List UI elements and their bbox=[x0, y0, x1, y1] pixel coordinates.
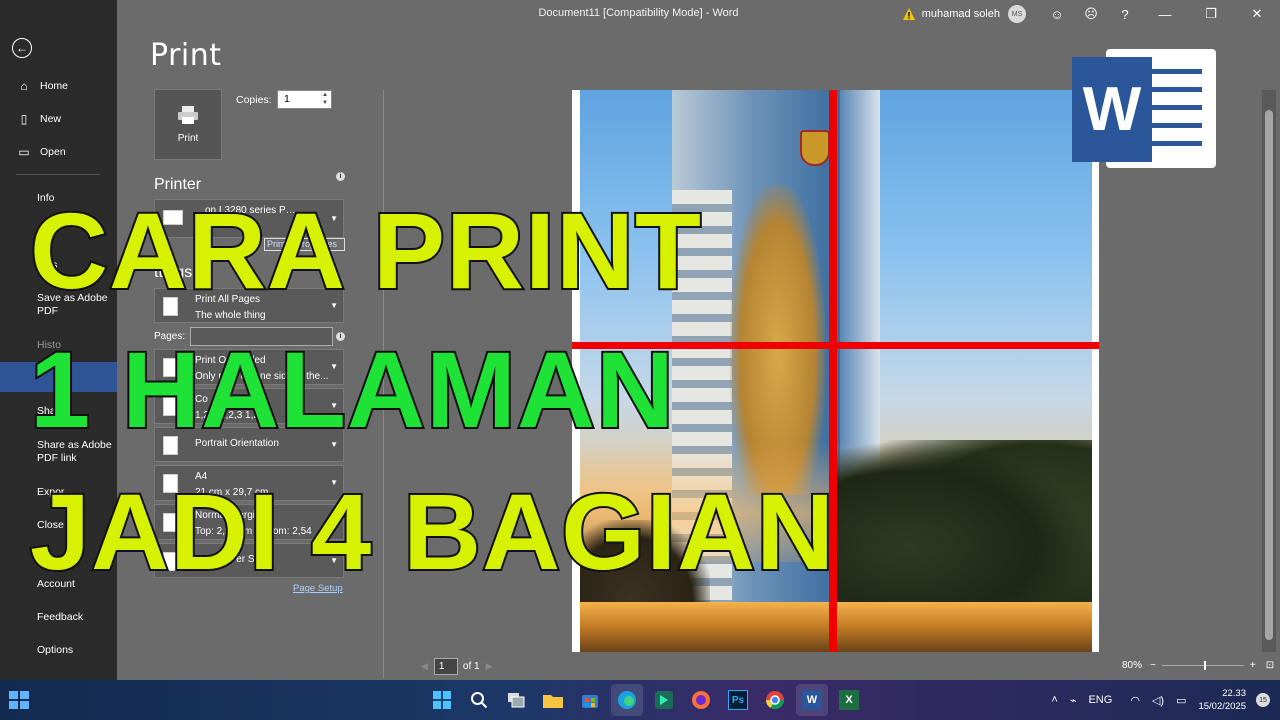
next-page-icon[interactable]: ▶ bbox=[486, 661, 493, 672]
headline-line-2: 1 HALAMAN bbox=[28, 329, 676, 450]
nav-new-label: New bbox=[40, 112, 62, 125]
file-explorer-icon[interactable] bbox=[537, 684, 569, 716]
nav-open-label: Open bbox=[40, 145, 66, 158]
preview-scrollbar[interactable] bbox=[1262, 90, 1276, 652]
volume-icon[interactable]: ◁) bbox=[1152, 694, 1164, 707]
excel-icon[interactable]: X bbox=[833, 684, 865, 716]
system-tray: ˄ ⌁ ENG ◠ ◁) ▭ 22.33 15/02/2025 15 bbox=[1051, 680, 1270, 720]
word-logo-line bbox=[1150, 69, 1202, 74]
clock-time: 22.33 bbox=[1222, 688, 1246, 699]
spinner-arrows-icon[interactable]: ▲ ▼ bbox=[322, 91, 328, 107]
scroll-thumb[interactable] bbox=[1265, 110, 1273, 640]
word-icon[interactable]: W bbox=[796, 684, 828, 716]
page-count: of 1 bbox=[462, 661, 480, 672]
smiley-icon[interactable]: ☺ bbox=[1040, 7, 1074, 22]
notification-badge[interactable]: 15 bbox=[1256, 693, 1270, 707]
close-icon[interactable]: ✕ bbox=[1234, 6, 1280, 22]
network-off-icon[interactable]: ⌁ bbox=[1070, 694, 1077, 707]
search-icon[interactable] bbox=[463, 684, 495, 716]
nav-options[interactable]: Options bbox=[37, 644, 73, 657]
nav-feedback[interactable]: Feedback bbox=[37, 611, 83, 624]
word-logo-line bbox=[1150, 105, 1202, 110]
language-indicator[interactable]: ENG bbox=[1088, 694, 1112, 706]
photoshop-icon[interactable]: Ps bbox=[722, 684, 754, 716]
taskbar-apps: Ps W X bbox=[426, 684, 870, 716]
zoom-slider-knob[interactable] bbox=[1203, 661, 1206, 670]
taskbar: Ps W X ˄ ⌁ ENG ◠ ◁) ▭ 22.33 15/02/2025 1… bbox=[0, 680, 1280, 720]
word-logo-line bbox=[1150, 87, 1202, 92]
excel-label: X bbox=[839, 690, 859, 710]
nav-new[interactable]: ▯ New bbox=[0, 112, 117, 126]
windows-start-icon[interactable] bbox=[9, 691, 29, 709]
nav-divider bbox=[16, 174, 100, 175]
clock[interactable]: 22.33 15/02/2025 bbox=[1198, 687, 1246, 713]
zoom-to-page-icon[interactable]: ⊡ bbox=[1266, 660, 1274, 671]
headline-line-3: JADI 4 BAGIAN bbox=[28, 471, 836, 592]
battery-icon[interactable]: ▭ bbox=[1176, 694, 1186, 707]
word-logo-line bbox=[1150, 141, 1202, 146]
firefox-icon[interactable] bbox=[685, 684, 717, 716]
word-logo-line bbox=[1150, 123, 1202, 128]
minimize-icon[interactable]: — bbox=[1142, 7, 1188, 22]
home-icon: ⌂ bbox=[20, 79, 28, 93]
frown-icon[interactable]: ☹ bbox=[1074, 6, 1108, 22]
word-logo: W bbox=[1064, 45, 1219, 172]
help-icon[interactable]: ? bbox=[1108, 7, 1142, 22]
chrome-icon[interactable] bbox=[759, 684, 791, 716]
title-bar-controls: muhamad soleh MS ☺ ☹ ? — ❐ ✕ bbox=[902, 0, 1280, 28]
page-navigator: ◀ 1 of 1 ▶ bbox=[415, 658, 499, 675]
new-document-icon: ▯ bbox=[20, 112, 28, 126]
word-logo-letter: W bbox=[1072, 57, 1152, 162]
crest-emblem bbox=[800, 130, 830, 166]
folder-icon: ▭ bbox=[18, 145, 30, 159]
warning-icon[interactable] bbox=[902, 7, 916, 21]
user-name[interactable]: muhamad soleh bbox=[922, 8, 1000, 20]
title-bar: Document11 [Compatibility Mode] - Word m… bbox=[117, 0, 1280, 28]
copies-label: Copies: bbox=[236, 94, 272, 106]
nav-home[interactable]: ⌂ Home bbox=[0, 79, 117, 93]
word-label: W bbox=[802, 690, 822, 710]
chevron-up-icon[interactable]: ˄ bbox=[1051, 694, 1057, 706]
back-arrow-icon[interactable]: ← bbox=[12, 38, 32, 58]
wifi-icon[interactable]: ◠ bbox=[1130, 694, 1140, 707]
restore-icon[interactable]: ❐ bbox=[1188, 6, 1234, 22]
copies-value: 1 bbox=[284, 93, 290, 105]
print-button[interactable]: Print bbox=[154, 89, 222, 160]
store-icon[interactable] bbox=[574, 684, 606, 716]
photoshop-label: Ps bbox=[728, 690, 748, 710]
page-title: Print bbox=[150, 38, 222, 73]
zoom-in-icon[interactable]: + bbox=[1250, 660, 1256, 671]
filmora-icon[interactable] bbox=[648, 684, 680, 716]
headline-line-1: CARA PRINT bbox=[28, 190, 703, 311]
edge-icon[interactable] bbox=[611, 684, 643, 716]
nav-home-label: Home bbox=[40, 79, 69, 92]
clock-date: 15/02/2025 bbox=[1198, 701, 1246, 712]
windows-start-icon[interactable] bbox=[426, 684, 458, 716]
print-button-label: Print bbox=[177, 133, 199, 144]
zoom-level: 80% bbox=[1122, 660, 1143, 671]
task-view-icon[interactable] bbox=[500, 684, 532, 716]
whole-thing: The whole thing bbox=[195, 310, 266, 321]
printer-icon bbox=[178, 106, 198, 124]
zoom-slider[interactable] bbox=[1161, 661, 1244, 670]
nav-open[interactable]: ▭ Open bbox=[0, 145, 117, 159]
avatar[interactable]: MS bbox=[1008, 5, 1026, 23]
zoom-control: 80% − + ⊡ bbox=[1122, 660, 1274, 671]
page-number-input[interactable]: 1 bbox=[433, 658, 458, 675]
info-icon[interactable]: i bbox=[336, 172, 345, 181]
previous-page-icon[interactable]: ◀ bbox=[421, 661, 428, 672]
copies-stepper[interactable]: 1 ▲ ▼ bbox=[277, 90, 332, 109]
zoom-out-icon[interactable]: − bbox=[1150, 660, 1156, 671]
